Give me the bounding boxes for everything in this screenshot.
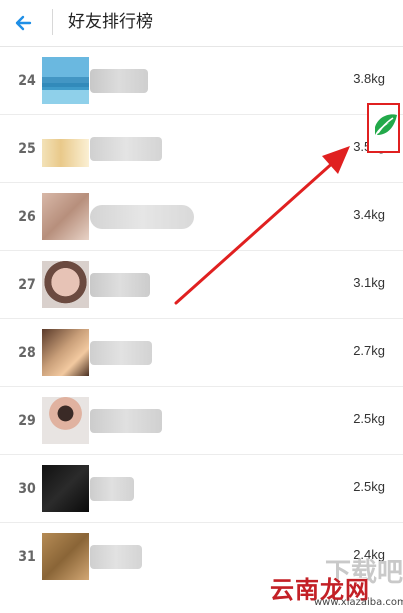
arrow-left-icon	[15, 15, 32, 31]
avatar	[42, 533, 89, 580]
rank-number: 30	[18, 481, 36, 497]
weight-value: 3.1kg	[353, 275, 385, 290]
name-blurred	[90, 341, 152, 365]
avatar	[42, 193, 89, 240]
name-blurred	[90, 273, 150, 297]
name-blurred	[90, 137, 162, 161]
list-item[interactable]: 24 3.8kg	[0, 47, 403, 115]
weight-value: 3.8kg	[353, 71, 385, 86]
leaf-icon[interactable]	[369, 105, 399, 151]
page-title: 好友排行榜	[68, 12, 153, 32]
avatar	[42, 465, 89, 512]
list-item[interactable]: 27 3.1kg	[0, 251, 403, 319]
list-item[interactable]: 29 2.5kg	[0, 387, 403, 455]
rank-number: 25	[18, 141, 36, 157]
name-blurred	[90, 205, 194, 229]
watermark: 下载吧 云南龙网 www.xiazaiba.com	[266, 558, 403, 613]
weight-value: 2.5kg	[353, 411, 385, 426]
name-blurred	[90, 545, 142, 569]
list-item[interactable]: 26 3.4kg	[0, 183, 403, 251]
name-blurred	[90, 69, 148, 93]
friend-ranking-list: 24 3.8kg 25 3.5kg 26 3.4kg 27 3.1kg 28 2…	[0, 47, 403, 613]
avatar	[42, 139, 89, 167]
list-item[interactable]: 25 3.5kg	[0, 115, 403, 183]
avatar	[42, 261, 89, 308]
top-bar: 好友排行榜	[0, 0, 403, 47]
weight-value: 2.7kg	[353, 343, 385, 358]
list-item[interactable]: 28 2.7kg	[0, 319, 403, 387]
watermark-url: www.xiazaiba.com	[314, 597, 403, 608]
weight-value: 2.5kg	[353, 479, 385, 494]
highlight-box	[367, 103, 400, 153]
rank-number: 27	[18, 277, 36, 293]
back-button[interactable]	[10, 9, 38, 37]
header-divider	[52, 9, 53, 35]
list-item[interactable]: 30 2.5kg	[0, 455, 403, 523]
rank-number: 26	[18, 209, 36, 225]
weight-value: 3.4kg	[353, 207, 385, 222]
avatar	[42, 329, 89, 376]
rank-number: 24	[18, 73, 36, 89]
name-blurred	[90, 477, 134, 501]
avatar	[42, 57, 89, 104]
rank-number: 28	[18, 345, 36, 361]
avatar	[42, 397, 89, 444]
rank-number: 29	[18, 413, 36, 429]
name-blurred	[90, 409, 162, 433]
rank-number: 31	[18, 549, 36, 565]
